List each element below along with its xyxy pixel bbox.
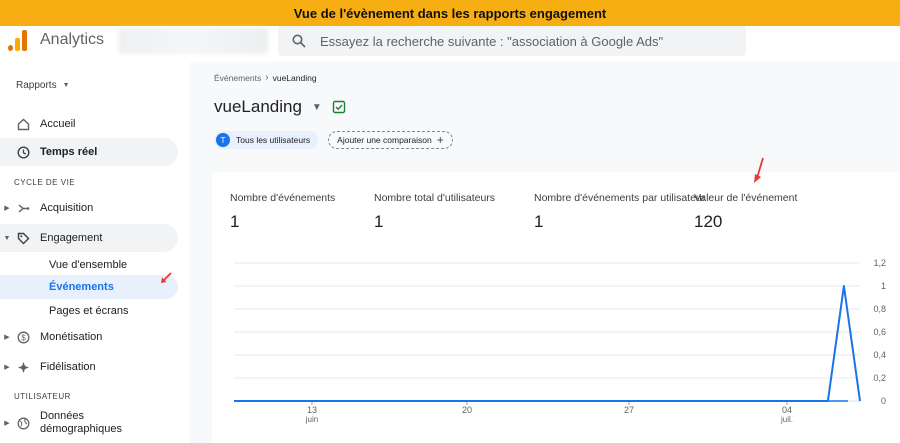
x-tick-label: 27 <box>624 405 634 415</box>
search-placeholder: Essayez la recherche suivante : "associa… <box>320 33 664 49</box>
sidebar-subitem-vue-ensemble[interactable]: Vue d'ensemble <box>0 253 178 277</box>
avatar: T <box>216 133 230 147</box>
sidebar: Rapports ▼ Accueil Temps réel CYCLE DE V… <box>0 62 190 443</box>
banner-text: Vue de l'évènement dans les rapports eng… <box>293 5 607 21</box>
top-bar: Analytics Essayez la recherche suivante … <box>0 26 900 62</box>
x-tick-month-label: juil. <box>780 415 793 424</box>
account-selector[interactable] <box>118 28 268 54</box>
chip-label: Tous les utilisateurs <box>236 135 311 145</box>
sidebar-item-monetisation[interactable]: ▶ $ Monétisation <box>0 323 178 351</box>
search-icon <box>292 34 306 48</box>
chip-label: Ajouter une comparaison <box>337 135 432 145</box>
breadcrumb-current: vueLanding <box>272 72 317 83</box>
y-tick-label: 1 <box>881 281 886 291</box>
y-tick-label: 0 <box>881 396 886 406</box>
add-comparison-button[interactable]: Ajouter une comparaison + <box>328 131 453 149</box>
dropdown-arrow-icon[interactable]: ▼ <box>312 102 322 113</box>
retention-icon <box>16 360 30 374</box>
sidebar-item-engagement[interactable]: ▼ Engagement <box>0 224 178 252</box>
search-bar[interactable]: Essayez la recherche suivante : "associa… <box>278 26 746 56</box>
comparison-chips: T Tous les utilisateurs Ajouter une comp… <box>214 131 453 149</box>
sidebar-label-multiline: Données démographiques <box>40 410 122 436</box>
x-tick-label: 13 <box>307 405 317 415</box>
chevron-right-icon: › <box>265 72 269 83</box>
sidebar-label: Accueil <box>40 118 76 130</box>
reports-dropdown[interactable]: Rapports ▼ <box>16 80 70 91</box>
section-utilisateur: UTILISATEUR <box>14 392 71 401</box>
title-row: vueLanding ▼ <box>214 97 346 117</box>
clock-icon <box>16 145 30 159</box>
collapse-icon: ▼ <box>3 234 11 242</box>
sidebar-subitem-pages-ecrans[interactable]: Pages et écrans <box>0 299 178 323</box>
tag-icon <box>16 231 30 245</box>
sidebar-item-accueil[interactable]: Accueil <box>0 110 178 138</box>
x-tick-month-label: juin <box>305 415 318 424</box>
expand-icon: ▶ <box>4 419 10 427</box>
expand-icon: ▶ <box>4 364 10 371</box>
breadcrumb-parent[interactable]: Événements <box>214 73 261 83</box>
plus-icon: + <box>436 133 444 147</box>
sidebar-item-fidelisation[interactable]: ▶ Fidélisation <box>0 353 178 381</box>
sidebar-label: Événements <box>49 281 114 293</box>
metrics-chart-card: Nombre d'événements 1 Nombre total d'uti… <box>212 157 900 443</box>
svg-text:$: $ <box>21 333 26 342</box>
page-title: vueLanding <box>214 97 302 116</box>
label-line-2: démographiques <box>40 423 122 435</box>
dollar-icon: $ <box>16 330 30 344</box>
app-name: Analytics <box>40 31 105 48</box>
annotation-arrow-icon <box>161 272 172 283</box>
expand-icon: ▶ <box>4 205 10 212</box>
reports-label: Rapports <box>16 80 57 91</box>
breadcrumb: Événements › vueLanding <box>214 72 317 83</box>
sidebar-label: Vue d'ensemble <box>49 259 128 271</box>
series-line <box>234 285 861 402</box>
y-tick-label: 0,6 <box>873 327 886 337</box>
x-tick-label: 20 <box>462 405 472 415</box>
sidebar-label: Pages et écrans <box>49 305 129 317</box>
y-tick-label: 0,2 <box>873 373 886 383</box>
annotation-banner: Vue de l'évènement dans les rapports eng… <box>0 0 900 26</box>
globe-icon <box>16 416 30 430</box>
y-tick-label: 0,8 <box>873 304 886 314</box>
dropdown-arrow-icon: ▼ <box>62 82 70 89</box>
verified-check-icon <box>332 100 346 114</box>
x-tick-label: 04 <box>782 405 792 415</box>
all-users-chip[interactable]: T Tous les utilisateurs <box>214 131 319 149</box>
y-tick-label: 0,4 <box>873 350 886 360</box>
section-cycle-de-vie: CYCLE DE VIE <box>14 178 76 187</box>
sidebar-label: Acquisition <box>40 202 94 214</box>
line-chart[interactable]: 1,2 1 0,8 0,6 0,4 0,2 0 13juin 20 27 04juil. <box>212 172 900 443</box>
analytics-logo-icon[interactable] <box>8 29 28 51</box>
sidebar-subitem-evenements[interactable]: Événements <box>0 275 178 299</box>
expand-icon: ▶ <box>4 334 10 341</box>
y-tick-label: 1,2 <box>873 258 886 268</box>
label-line-1: Données <box>40 410 85 422</box>
sidebar-label: Temps réel <box>40 146 98 158</box>
sidebar-item-donnees-demographiques[interactable]: ▶ Données démographiques <box>0 408 178 438</box>
acquisition-icon <box>16 201 30 215</box>
main-content: Événements › vueLanding vueLanding ▼ T T… <box>190 62 900 443</box>
sidebar-label: Fidélisation <box>40 361 96 373</box>
sidebar-item-acquisition[interactable]: ▶ Acquisition <box>0 194 178 222</box>
sidebar-label: Monétisation <box>40 331 103 343</box>
home-icon <box>16 117 30 131</box>
sidebar-item-temps-reel[interactable]: Temps réel <box>0 138 178 166</box>
sidebar-label: Engagement <box>40 232 103 244</box>
